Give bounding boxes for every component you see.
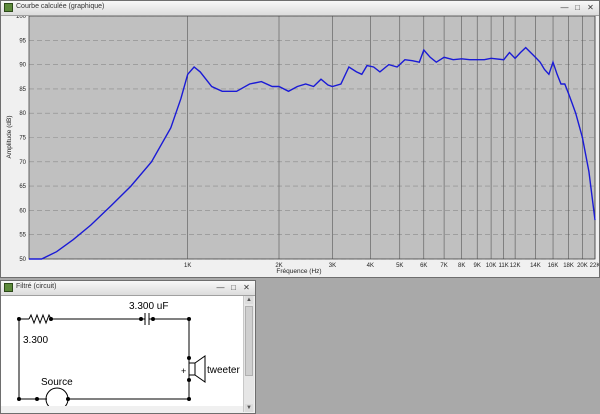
x-tick-label: 9K bbox=[474, 263, 481, 269]
scroll-up-arrow[interactable]: ▲ bbox=[245, 296, 253, 304]
y-tick-label: 85 bbox=[19, 87, 26, 93]
maximize-button[interactable]: □ bbox=[573, 3, 582, 12]
y-tick-label: 90 bbox=[19, 63, 26, 69]
circuit-window: Filtré (circuit) — □ ✕ 3.300 3.300 uF So… bbox=[0, 280, 256, 414]
app-icon bbox=[4, 3, 13, 12]
minimize-button[interactable]: — bbox=[560, 3, 569, 12]
x-tick-label: 6K bbox=[420, 263, 427, 269]
y-tick-label: 55 bbox=[19, 233, 26, 239]
y-tick-label: 50 bbox=[19, 257, 26, 263]
scroll-down-arrow[interactable]: ▼ bbox=[245, 404, 253, 412]
source-label: Source bbox=[41, 377, 73, 388]
tweeter-label: tweeter bbox=[207, 365, 240, 376]
y-tick-label: 60 bbox=[19, 208, 26, 214]
close-button[interactable]: ✕ bbox=[242, 283, 251, 292]
x-tick-label: 11K bbox=[499, 263, 509, 269]
x-tick-label: 20K bbox=[577, 263, 588, 269]
maximize-button[interactable]: □ bbox=[229, 283, 238, 292]
chart-window: Courbe calculée (graphique) — □ ✕ 50 55 60… bbox=[0, 0, 600, 278]
x-tick-label: 7K bbox=[440, 263, 447, 269]
chart-window-titlebar[interactable]: Courbe calculée (graphique) — □ ✕ bbox=[1, 1, 599, 16]
x-tick-label: 22K bbox=[590, 263, 599, 269]
x-tick-label: 12K bbox=[510, 263, 521, 269]
y-tick-label: 70 bbox=[19, 160, 26, 166]
y-tick-label: 65 bbox=[19, 184, 26, 190]
x-tick-label: 14K bbox=[530, 263, 541, 269]
x-tick-label: 18K bbox=[563, 263, 574, 269]
y-tick-label: 75 bbox=[19, 136, 26, 142]
x-tick-label: 4K bbox=[367, 263, 374, 269]
chart-window-title: Courbe calculée (graphique) bbox=[16, 3, 105, 10]
x-tick-label: 10K bbox=[486, 263, 497, 269]
x-tick-label: 16K bbox=[548, 263, 559, 269]
capacitor-value-label: 3.300 uF bbox=[129, 301, 168, 312]
resistor-value-label: 3.300 bbox=[23, 335, 48, 346]
polarity-plus-label: + bbox=[181, 366, 186, 376]
x-tick-label: 3K bbox=[329, 263, 336, 269]
scroll-thumb[interactable] bbox=[245, 306, 253, 376]
x-tick-label: 1K bbox=[184, 263, 191, 269]
y-tick-label: 80 bbox=[19, 111, 26, 117]
circuit-window-title: Filtré (circuit) bbox=[16, 283, 57, 290]
frequency-response-chart: 505560657075808590951001K 2K 3K 4K 5K 6K 7K 8K 9… bbox=[6, 16, 599, 275]
y-tick-label: 95 bbox=[19, 38, 26, 44]
x-tick-label: 8K bbox=[458, 263, 465, 269]
y-axis-label: Amplitude (dB) bbox=[6, 116, 13, 159]
x-axis-label: Fréquence (Hz) bbox=[276, 268, 321, 275]
x-tick-label: 5K bbox=[396, 263, 403, 269]
circuit-diagram: 3.300 3.300 uF Source tweeter + bbox=[1, 296, 244, 406]
minimize-button[interactable]: — bbox=[216, 283, 225, 292]
close-button[interactable]: ✕ bbox=[586, 3, 595, 12]
app-icon bbox=[4, 283, 13, 292]
circuit-window-titlebar[interactable]: Filtré (circuit) — □ ✕ bbox=[1, 281, 255, 296]
vertical-scrollbar[interactable]: ▲ ▼ bbox=[243, 296, 254, 412]
y-tick-label: 100 bbox=[16, 16, 27, 20]
